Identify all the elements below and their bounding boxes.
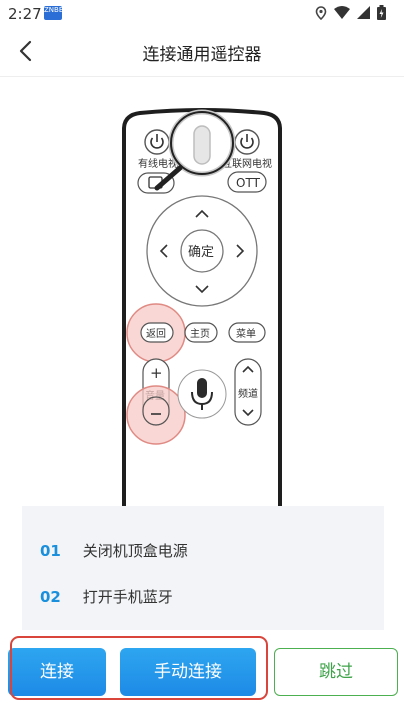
status-time: 2:27 [8, 5, 42, 23]
back-key-label: 返回 [146, 328, 166, 340]
notification-icon: ZNBE [44, 6, 63, 20]
signal-icon [357, 6, 370, 19]
location-icon [315, 5, 327, 20]
header: 连接通用遥控器 [0, 28, 404, 77]
step-number: 01 [40, 542, 61, 560]
power-left-label: 有线电视 [138, 157, 178, 170]
channel-label: 频道 [238, 387, 258, 400]
skip-button[interactable]: 跳过 [274, 648, 398, 696]
home-key-label: 主页 [190, 328, 210, 340]
step-text: 关闭机顶盒电源 [82, 542, 188, 560]
power-left-button [144, 129, 170, 155]
ott-label: OTT [236, 176, 261, 190]
volume-down-highlight [126, 385, 186, 445]
status-bar: 2:27 ZNBE [0, 0, 404, 28]
highlight-frame [10, 636, 268, 700]
step-text: 打开手机蓝牙 [82, 588, 173, 606]
bottom-button-bar: 连接 手动连接 跳过 [0, 630, 404, 720]
mic-button [177, 369, 227, 419]
step-number: 02 [40, 588, 61, 606]
volume-plus-icon: + [150, 364, 163, 382]
system-icons [315, 5, 386, 20]
page-title: 连接通用遥控器 [142, 45, 262, 65]
menu-key-label: 菜单 [236, 328, 256, 340]
step-item: 01 关闭机顶盒电源 [40, 540, 188, 561]
ok-label: 确定 [188, 245, 214, 260]
remote-illustration: 有线电视 互联网电视 OTT 确定 返回 主页 菜单 + 音量 [122, 108, 282, 507]
wifi-icon [334, 6, 350, 19]
power-right-button [234, 129, 260, 155]
battery-icon [377, 5, 386, 20]
step-item: 02 打开手机蓝牙 [40, 586, 173, 607]
steps-panel: 01 关闭机顶盒电源 02 打开手机蓝牙 [22, 506, 384, 630]
